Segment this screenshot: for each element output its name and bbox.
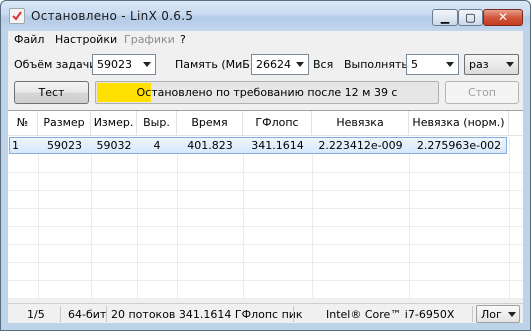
grid-line: [91, 137, 92, 299]
grid-line: [8, 172, 523, 173]
stop-button[interactable]: Стоп: [445, 81, 519, 104]
close-icon: ✕: [497, 10, 509, 24]
chevron-down-icon: [506, 62, 514, 67]
menu-file[interactable]: Файл: [14, 33, 44, 46]
cell-measured: 59032: [96, 139, 132, 152]
run-count-combo[interactable]: 5: [406, 54, 459, 75]
grid-line: [8, 262, 523, 263]
status-separator: [472, 306, 473, 322]
status-separator: [106, 306, 107, 322]
menu-bar: Файл Настройки Графики ?: [8, 31, 523, 49]
client-area: Файл Настройки Графики ? Объём задачи: 5…: [8, 31, 523, 323]
cell-size: 59023: [47, 139, 82, 152]
chevron-down-icon: [296, 62, 304, 67]
col-header-residual-norm[interactable]: Невязка (норм.): [409, 111, 509, 136]
run-unit-value: раз: [469, 58, 489, 71]
col-header-time[interactable]: Время: [177, 111, 243, 136]
run-unit-combo[interactable]: раз: [464, 54, 519, 75]
col-header-number[interactable]: №: [8, 111, 38, 136]
run-count-value: 5: [411, 58, 418, 71]
status-bitness: 64-бит: [68, 308, 107, 321]
grid-line: [8, 190, 523, 191]
log-button[interactable]: Лог: [476, 305, 520, 323]
minimize-button[interactable]: ▁: [432, 9, 458, 26]
status-bar: 1/5 64-бит 20 потоков 341.1614 ГФлопс пи…: [8, 303, 523, 323]
status-run-counter: 1/5: [27, 308, 45, 321]
cell-number: 1: [12, 139, 19, 152]
grid-line: [8, 280, 523, 281]
col-header-residual[interactable]: Невязка: [312, 111, 409, 136]
chevron-down-icon: [143, 62, 151, 67]
chevron-down-icon: [508, 312, 516, 317]
memory-label: Память (МиБ):: [175, 58, 258, 71]
status-summary: 20 потоков 341.1614 ГФлопс пик: [111, 308, 303, 321]
cell-alignment: 4: [153, 139, 161, 152]
log-label: Лог: [481, 308, 502, 321]
close-button[interactable]: ✕: [483, 9, 523, 26]
problem-size-label: Объём задачи:: [14, 58, 101, 71]
cell-residual-norm: 2.275963e-002: [416, 139, 502, 152]
results-table[interactable]: № Размер Измер. Выр. Время ГФлопс Невязк…: [8, 110, 523, 299]
memory-all-label: Вся: [313, 58, 334, 71]
chevron-down-icon: [446, 62, 454, 67]
app-window: Остановлено - LinX 0.6.5 ▁ ▢ ✕ Файл Наст…: [0, 0, 531, 331]
maximize-icon: ▢: [465, 11, 476, 24]
grid-line: [312, 137, 313, 299]
col-header-size[interactable]: Размер: [38, 111, 91, 136]
cell-residual: 2.223412e-009: [318, 139, 403, 152]
problem-size-value: 59023: [97, 58, 132, 71]
test-button[interactable]: Тест: [14, 81, 89, 104]
grid-line: [137, 137, 138, 299]
grid-line: [8, 208, 523, 209]
progress-bar: Остановлено по требованию после 12 м 39 …: [95, 81, 439, 104]
grid-line: [8, 226, 523, 227]
col-header-measured[interactable]: Измер.: [91, 111, 137, 136]
grid-line: [177, 137, 178, 299]
window-title: Остановлено - LinX 0.6.5: [31, 9, 194, 23]
memory-combo[interactable]: 26624: [251, 54, 309, 75]
progress-text: Остановлено по требованию после 12 м 39 …: [136, 86, 398, 99]
col-header-filler: [509, 111, 523, 136]
menu-charts[interactable]: Графики: [124, 33, 175, 46]
status-separator: [60, 306, 61, 322]
grid-line: [8, 244, 523, 245]
cell-gflops: 341.1614: [251, 139, 304, 152]
grid-line: [509, 137, 510, 299]
title-bar[interactable]: Остановлено - LinX 0.6.5 ▁ ▢ ✕: [1, 1, 530, 31]
minimize-icon: ▁: [440, 11, 450, 24]
menu-help[interactable]: ?: [180, 33, 186, 46]
run-label: Выполнять:: [344, 58, 412, 71]
status-cpu: Intel® Core™ i7-6950X: [326, 308, 455, 321]
grid-line: [243, 137, 244, 299]
col-header-gflops[interactable]: ГФлопс: [243, 111, 312, 136]
maximize-button[interactable]: ▢: [458, 9, 483, 26]
cell-time: 401.823: [187, 139, 233, 152]
menu-settings[interactable]: Настройки: [55, 33, 117, 46]
col-header-alignment[interactable]: Выр.: [137, 111, 177, 136]
app-checkbox-icon: [9, 8, 25, 24]
grid-line: [409, 137, 410, 299]
grid-line: [38, 137, 39, 299]
status-separator: [293, 306, 294, 322]
problem-size-combo[interactable]: 59023: [92, 54, 156, 75]
memory-value: 26624: [256, 58, 291, 71]
